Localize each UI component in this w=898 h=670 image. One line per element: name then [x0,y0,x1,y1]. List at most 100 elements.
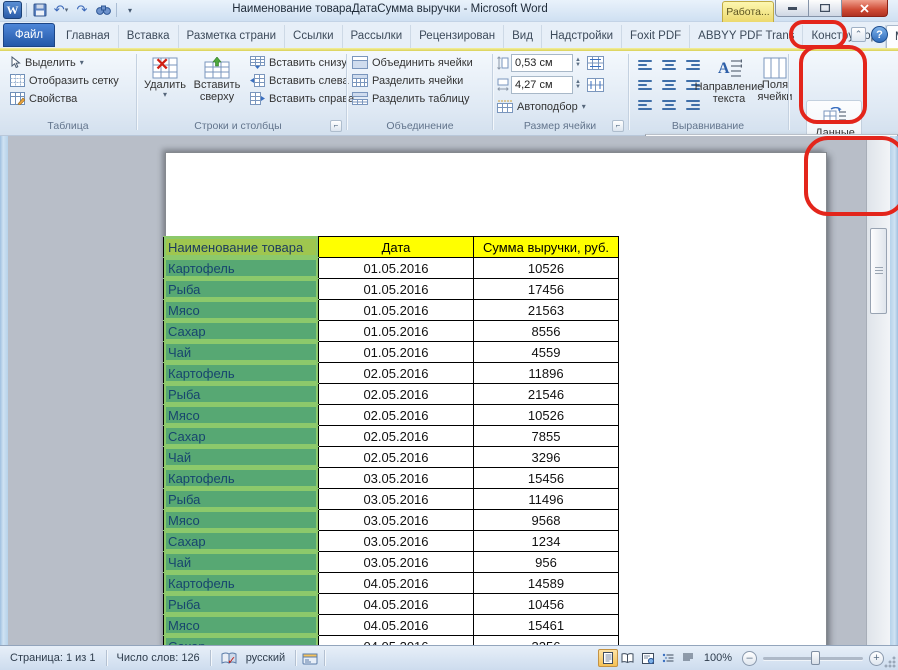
cell-margins-icon [763,57,787,79]
text-direction-icon: A [716,57,742,81]
cell-sum: 15461 [474,615,619,636]
document-area[interactable]: Наименование товара Дата Сумма выручки, … [8,136,866,645]
scrollbar-thumb[interactable] [870,228,887,314]
tab-layout[interactable]: Макет [886,25,898,48]
cell-product: Сахар [164,636,319,646]
cell-margins-button[interactable]: Поля ячейки [752,53,798,119]
table-row: Сахар01.05.20168556 [164,321,619,342]
header-sum: Сумма выручки, руб. [474,237,619,258]
align-center-center-button[interactable] [658,76,680,93]
resize-grip[interactable] [883,655,896,668]
contextual-tab-group-label[interactable]: Работа... [722,1,774,22]
tab-insert[interactable]: Вставка [119,25,179,48]
cell-sum: 4559 [474,342,619,363]
tab-file[interactable]: Файл [3,23,55,47]
table-row: Картофель04.05.201614589 [164,573,619,594]
cell-date: 03.05.2016 [319,531,474,552]
table-properties-button[interactable]: Свойства [10,92,77,105]
tab-mailings[interactable]: Рассылки [343,25,412,48]
distribute-cols-button[interactable] [587,78,604,92]
zoom-slider-thumb[interactable] [811,651,820,665]
cell-product: Сахар [164,531,319,552]
word-count[interactable]: Число слов: 126 [113,652,204,664]
col-width-spinner[interactable]: ▲▼ [575,80,581,90]
cell-product: Рыба [164,384,319,405]
web-layout-view-button[interactable] [638,649,658,667]
select-button[interactable]: Выделить▾ [10,56,84,69]
align-top-left-button[interactable] [634,56,656,73]
alignment-lines-icon [662,60,676,70]
col-width-icon [497,78,509,92]
zoom-slider[interactable] [763,657,863,660]
tab-abbyy-pdf[interactable]: ABBYY PDF Trans [690,25,803,48]
cell-date: 04.05.2016 [319,636,474,646]
macro-record-icon[interactable] [302,652,318,665]
tab-page-layout[interactable]: Разметка страни [179,25,285,48]
insert-below-icon [250,56,265,69]
cell-date: 02.05.2016 [319,426,474,447]
data-icon [823,107,847,127]
align-center-left-button[interactable] [634,76,656,93]
distribute-rows-button[interactable] [587,56,604,70]
alignment-lines-icon [662,100,676,110]
fullscreen-reading-view-button[interactable] [618,649,638,667]
table-row: Рыба01.05.201617456 [164,279,619,300]
cell-product: Мясо [164,405,319,426]
view-gridlines-button[interactable]: Отобразить сетку [10,74,119,87]
align-bottom-left-button[interactable] [634,96,656,113]
help-button[interactable]: ? [871,26,888,43]
row-height-input[interactable] [511,54,573,72]
delete-button[interactable]: ✕ Удалить ▾ [142,53,188,119]
tab-view[interactable]: Вид [504,25,542,48]
insert-right-button[interactable]: Вставить справа [250,92,354,105]
spellcheck-icon[interactable]: ✓ [221,651,238,666]
cell-product: Мясо [164,300,319,321]
minimize-icon [788,7,797,10]
insert-left-button[interactable]: Вставить слева [250,74,349,87]
cell-product: Мясо [164,615,319,636]
draft-view-button[interactable] [678,649,698,667]
tab-references[interactable]: Ссылки [285,25,343,48]
close-button[interactable] [842,0,888,17]
window-border-left [0,136,8,670]
zoom-out-button[interactable]: – [742,651,757,666]
page-indicator[interactable]: Страница: 1 из 1 [6,652,100,664]
table-row: Чай02.05.20163296 [164,447,619,468]
col-width-input[interactable] [511,76,573,94]
rows-cols-dialog-launcher[interactable]: ⌐ [330,120,342,132]
tab-home[interactable]: Главная [58,25,119,48]
align-bottom-center-button[interactable] [658,96,680,113]
collapse-ribbon-button[interactable]: ⌃ [851,27,866,42]
tab-addins[interactable]: Надстройки [542,25,622,48]
statusbar-separator [106,650,107,666]
cell-size-dialog-launcher[interactable]: ⌐ [612,120,624,132]
print-layout-view-button[interactable] [598,649,618,667]
view-switcher [598,649,698,667]
minimize-button[interactable] [775,0,809,17]
outline-view-button[interactable] [658,649,678,667]
align-top-right-button[interactable] [682,56,704,73]
table-row: Мясо04.05.201615461 [164,615,619,636]
autofit-button[interactable]: Автоподбор▾ [497,100,586,113]
merge-cells-button[interactable]: Объединить ячейки [352,56,473,69]
align-top-center-button[interactable] [658,56,680,73]
row-height-spinner[interactable]: ▲▼ [575,58,581,68]
row-height-control: ▲▼ [497,54,604,72]
header-date: Дата [319,237,474,258]
insert-below-button[interactable]: Вставить снизу [250,56,347,69]
maximize-icon [820,4,830,12]
zoom-in-button[interactable]: + [869,651,884,666]
tab-foxit-pdf[interactable]: Foxit PDF [622,25,690,48]
cell-sum: 3256 [474,636,619,646]
insert-above-button[interactable]: Вставить сверху [190,53,244,119]
maximize-button[interactable] [809,0,842,17]
split-cells-button[interactable]: Разделить ячейки [352,74,463,87]
group-separator [492,54,493,130]
vertical-scrollbar[interactable] [866,136,890,645]
split-table-button[interactable]: Разделить таблицу [352,92,470,105]
header-product: Наименование товара [164,237,319,258]
text-direction-button[interactable]: A Направление текста [706,53,752,119]
language-indicator[interactable]: русский [242,652,289,664]
tab-review[interactable]: Рецензирован [411,25,504,48]
zoom-level[interactable]: 100% [698,652,738,664]
